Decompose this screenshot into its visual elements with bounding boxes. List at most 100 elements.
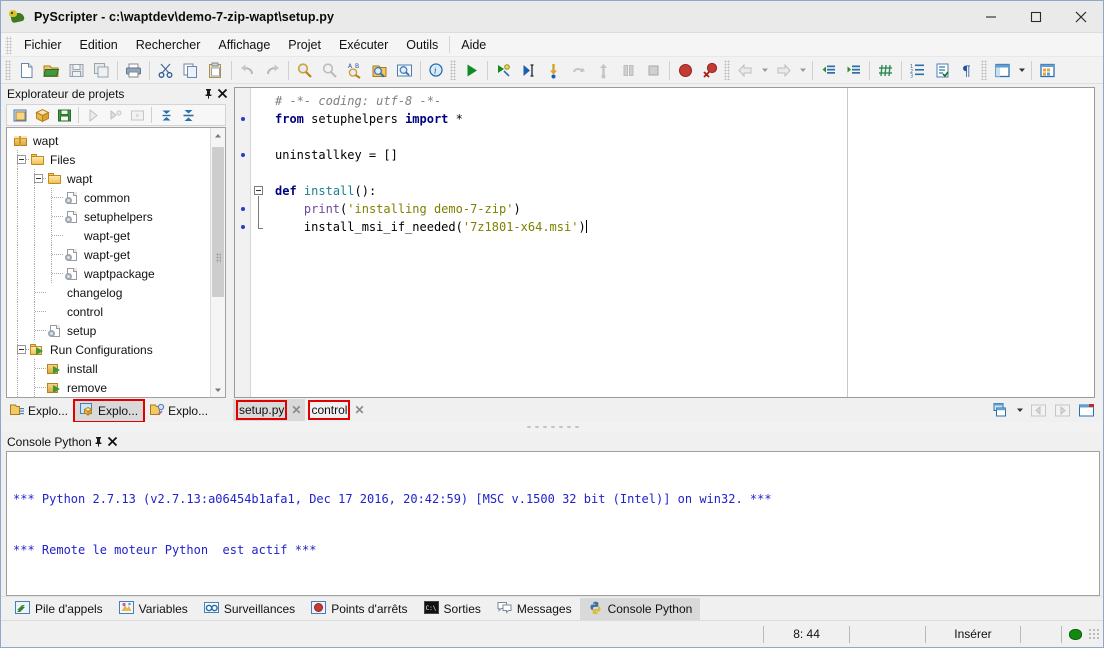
code-explorer-icon[interactable]: i (424, 59, 449, 82)
new-project-icon[interactable] (9, 106, 31, 125)
close-icon[interactable]: ✕ (354, 403, 364, 417)
window-list-icon[interactable] (989, 399, 1013, 421)
breakpoint-marker[interactable] (241, 225, 245, 229)
find-icon[interactable] (292, 59, 317, 82)
menu-drag-grip[interactable] (5, 35, 12, 54)
tab-output[interactable]: C:\ Sorties (416, 598, 489, 620)
tab-breakpoints[interactable]: Points d'arrêts (303, 598, 415, 620)
pin-icon[interactable] (92, 434, 106, 450)
code-line[interactable]: # -*- coding: utf-8 -*- (275, 92, 847, 110)
find-in-files-icon[interactable] (367, 59, 392, 82)
menu-rechercher[interactable]: Rechercher (127, 35, 210, 55)
tree-item[interactable]: session_setup (7, 397, 225, 398)
tab-python-console[interactable]: Console Python (579, 598, 701, 620)
comment-icon[interactable] (873, 59, 898, 82)
tree-item[interactable]: setup (7, 321, 225, 340)
run-icon[interactable] (459, 59, 484, 82)
code-line[interactable] (275, 164, 847, 182)
toolbar-drag-grip[interactable] (5, 60, 11, 80)
line-numbers-icon[interactable]: 123 (905, 59, 930, 82)
cut-icon[interactable] (153, 59, 178, 82)
tree-item[interactable]: setuphelpers (7, 207, 225, 226)
goto-icon[interactable] (392, 59, 417, 82)
menu-edition[interactable]: Edition (71, 35, 127, 55)
tree-item[interactable]: wapt-get (7, 245, 225, 264)
code-editor[interactable]: # -*- coding: utf-8 -*- from setuphelpers… (234, 87, 1095, 398)
resize-grip[interactable] (1088, 628, 1101, 640)
tree-expander[interactable] (17, 155, 26, 164)
menu-aide[interactable]: Aide (452, 35, 495, 55)
collapse-all-icon[interactable] (177, 106, 199, 125)
scroll-up-arrow[interactable] (211, 128, 225, 143)
maximize-button[interactable] (1013, 1, 1058, 33)
project-tree-scrollbar[interactable] (210, 128, 225, 397)
scroll-track[interactable] (211, 143, 225, 382)
editor-code-text[interactable]: # -*- coding: utf-8 -*- from setuphelpers… (267, 88, 847, 397)
toolbar-drag-grip[interactable] (724, 60, 730, 80)
replace-icon[interactable]: AB (342, 59, 367, 82)
scroll-thumb[interactable] (212, 147, 224, 297)
editor-tab-setup-py[interactable]: setup.py ✕ (233, 399, 306, 421)
tree-item[interactable]: control (7, 302, 225, 321)
menu-fichier[interactable]: Fichier (15, 35, 71, 55)
special-chars-icon[interactable]: ¶ (955, 59, 980, 82)
breakpoint-marker[interactable] (241, 153, 245, 157)
save-file-icon[interactable] (64, 59, 89, 82)
close-icon[interactable]: ✕ (291, 403, 301, 417)
toolbar-drag-grip[interactable] (450, 60, 456, 80)
code-fold-toggle[interactable] (254, 186, 263, 195)
tree-expander[interactable] (34, 174, 43, 183)
layout-icon[interactable] (990, 59, 1015, 82)
tab-project-explorer[interactable]: Explo... (73, 399, 146, 423)
window-list-dropdown-icon[interactable] (1013, 406, 1026, 414)
tree-expander[interactable] (17, 345, 26, 354)
tree-item[interactable]: waptpackage (7, 264, 225, 283)
code-line[interactable]: uninstallkey = [] (275, 146, 847, 164)
tab-file-explorer[interactable]: Explo... (4, 400, 74, 422)
console-output[interactable]: *** Python 2.7.13 (v2.7.13:a06454b1afa1,… (6, 451, 1100, 596)
code-line[interactable]: print('installing demo-7-zip') (275, 200, 847, 218)
menu-outils[interactable]: Outils (397, 35, 447, 55)
paste-icon[interactable] (203, 59, 228, 82)
engine-active-icon[interactable] (1062, 621, 1088, 648)
expand-all-icon[interactable] (155, 106, 177, 125)
copy-icon[interactable] (178, 59, 203, 82)
editor-breakpoint-gutter[interactable] (235, 88, 251, 397)
indent-icon[interactable] (841, 59, 866, 82)
close-window-icon[interactable] (1074, 399, 1098, 421)
menu-executer[interactable]: Exécuter (330, 35, 397, 55)
tab-call-stack[interactable]: Pile d'appels (7, 598, 111, 620)
close-icon[interactable] (215, 86, 229, 102)
tree-item[interactable]: Files (7, 150, 225, 169)
file-explorer-icon[interactable] (1035, 59, 1060, 82)
clear-breakpoints-icon[interactable] (698, 59, 723, 82)
debug-icon[interactable] (491, 59, 516, 82)
minimize-button[interactable] (968, 1, 1013, 33)
menu-projet[interactable]: Projet (279, 35, 330, 55)
tree-item[interactable]: remove (7, 378, 225, 397)
tree-item[interactable]: changelog (7, 283, 225, 302)
editor-tab-control[interactable]: control ✕ (305, 399, 368, 421)
code-line[interactable]: def install(): (275, 182, 847, 200)
tree-item[interactable]: Run Configurations (7, 340, 225, 359)
save-project-icon[interactable] (53, 106, 75, 125)
tree-item[interactable]: wapt (7, 131, 225, 150)
pin-icon[interactable] (201, 86, 215, 102)
step-into-icon[interactable] (541, 59, 566, 82)
code-line[interactable] (275, 128, 847, 146)
open-project-icon[interactable] (31, 106, 53, 125)
tab-watches[interactable]: Surveillances (196, 598, 303, 620)
new-file-icon[interactable] (14, 59, 39, 82)
code-line[interactable]: from setuphelpers import * (275, 110, 847, 128)
horizontal-splitter[interactable] (1, 422, 1103, 432)
close-button[interactable] (1058, 1, 1103, 33)
editor-fold-gutter[interactable] (251, 88, 267, 397)
tree-item[interactable]: wapt (7, 169, 225, 188)
breakpoint-marker[interactable] (241, 117, 245, 121)
tab-code-explorer[interactable]: Explo... (144, 400, 214, 422)
syntax-check-icon[interactable] (930, 59, 955, 82)
menu-affichage[interactable]: Affichage (209, 35, 279, 55)
tree-item[interactable]: wapt-get (7, 226, 225, 245)
save-all-icon[interactable] (89, 59, 114, 82)
close-icon[interactable] (106, 434, 120, 450)
